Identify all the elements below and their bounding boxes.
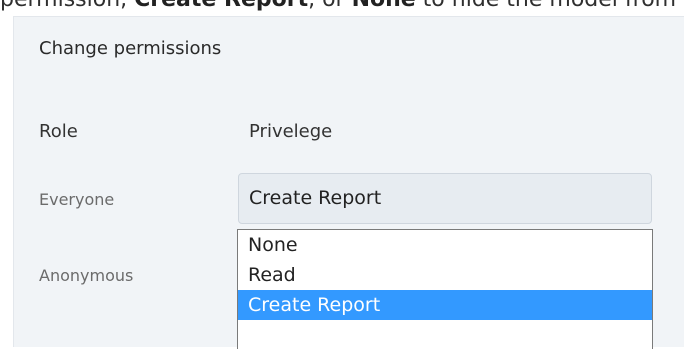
intro-text: permission, Create Report, or None to hi…: [0, 0, 676, 12]
privilege-dropdown-list: None Read Create Report: [237, 229, 653, 349]
change-permissions-panel: Change permissions Role Privelege Everyo…: [13, 16, 684, 349]
intro-bold-create-report: Create Report: [134, 0, 308, 12]
role-column-header: Role: [39, 121, 78, 142]
option-read[interactable]: Read: [238, 260, 652, 290]
intro-prefix: permission,: [0, 0, 134, 12]
option-none[interactable]: None: [238, 230, 652, 260]
option-create-report[interactable]: Create Report: [238, 290, 652, 320]
privilege-column-header: Privelege: [249, 121, 333, 142]
intro-mid: , or: [308, 0, 351, 12]
privilege-select-everyone[interactable]: Create Report: [238, 173, 652, 224]
privilege-select-value: Create Report: [249, 187, 382, 209]
intro-suffix: to hide the model from: [416, 0, 676, 12]
intro-bold-none: None: [352, 0, 416, 12]
panel-title: Change permissions: [39, 38, 222, 59]
role-anonymous: Anonymous: [39, 266, 134, 285]
role-everyone: Everyone: [39, 190, 115, 209]
